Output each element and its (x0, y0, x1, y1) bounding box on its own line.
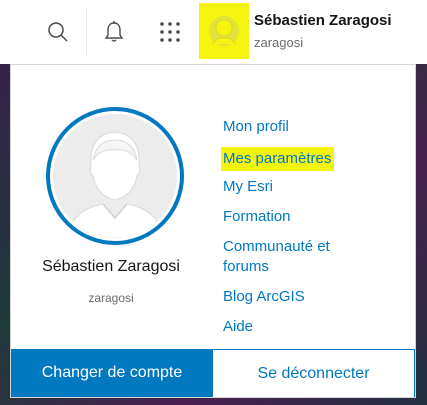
divider (86, 8, 87, 56)
header-username: zaragosi (254, 35, 304, 50)
profile-dropdown-panel: Sébastien Zaragosi zaragosi Mon profil M… (10, 64, 416, 398)
profile-username: zaragosi (88, 291, 134, 305)
link-community-forums-line1: Communauté et (223, 238, 330, 255)
link-my-profile[interactable]: Mon profil (223, 117, 289, 137)
header-user-name[interactable]: Sébastien Zaragosi (254, 12, 392, 29)
link-training[interactable]: Formation (223, 207, 291, 227)
sign-out-button[interactable]: Se déconnecter (213, 349, 415, 397)
link-community-forums-line2: forums (223, 258, 269, 275)
user-avatar-icon (209, 16, 239, 46)
apps-grid-icon[interactable] (154, 14, 186, 50)
profile-avatar (46, 107, 184, 245)
link-my-esri[interactable]: My Esri (223, 177, 273, 197)
link-my-settings[interactable]: Mes paramètres (221, 147, 335, 171)
top-bar: Sébastien Zaragosi zaragosi (0, 0, 427, 64)
link-help[interactable]: Aide (223, 317, 253, 337)
search-icon[interactable] (42, 14, 74, 50)
profile-full-name: Sébastien Zaragosi (42, 258, 180, 275)
bell-icon[interactable] (98, 14, 130, 50)
link-community-forums[interactable]: Communauté et forums (223, 237, 330, 277)
default-user-icon (53, 114, 177, 238)
user-avatar-button[interactable] (199, 3, 249, 59)
link-arcgis-blog[interactable]: Blog ArcGIS (223, 287, 305, 307)
switch-account-button[interactable]: Changer de compte (11, 349, 213, 397)
